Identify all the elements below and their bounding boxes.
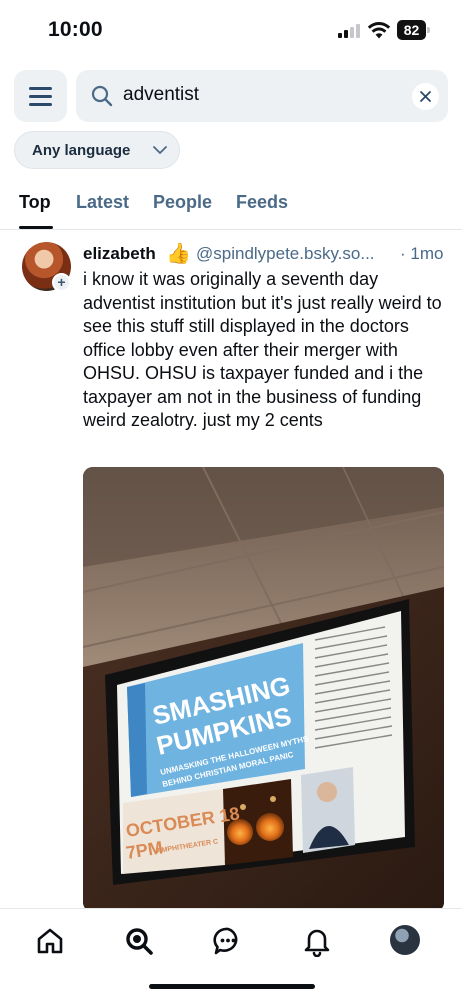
battery-icon: 82 (397, 20, 431, 40)
post-header: elizabeth 👍 @spindlypete.bsky.so... · 1m… (83, 243, 453, 268)
profile-avatar[interactable] (390, 925, 420, 955)
language-filter-label: Any language (32, 142, 131, 159)
author-emoji: 👍 (166, 243, 191, 265)
follow-plus-icon[interactable]: + (52, 273, 71, 292)
search-bar[interactable]: adventist (76, 70, 448, 122)
post-body-text: i know it was originally a seventh day a… (83, 269, 442, 430)
search-icon (91, 85, 113, 107)
tab-latest[interactable]: Latest (76, 192, 129, 213)
search-tabs: Top Latest People Feeds (0, 182, 462, 230)
notifications-bell-icon[interactable] (301, 925, 333, 957)
chat-icon[interactable] (212, 925, 244, 957)
hamburger-menu-icon (29, 87, 52, 90)
author-handle[interactable]: @spindlypete.bsky.so... (196, 244, 375, 264)
search-input[interactable]: adventist (123, 84, 199, 106)
post-image[interactable]: SMASHING PUMPKINS UNMASKING THE HALLOWEE… (83, 467, 444, 912)
status-time: 10:00 (48, 18, 103, 41)
menu-button[interactable] (14, 70, 67, 122)
home-indicator (149, 984, 315, 989)
battery-level: 82 (397, 20, 426, 40)
close-icon (420, 91, 431, 102)
language-filter-dropdown[interactable]: Any language (14, 131, 180, 169)
status-bar: 10:00 82 (0, 0, 462, 62)
wifi-icon (367, 22, 391, 39)
clear-search-button[interactable] (412, 83, 439, 110)
cellular-signal-icon (338, 24, 362, 38)
author-name[interactable]: elizabeth (83, 244, 156, 264)
search-icon[interactable] (123, 925, 155, 957)
post-timestamp[interactable]: · 1mo (400, 244, 443, 264)
chevron-down-icon (153, 146, 167, 154)
tab-feeds[interactable]: Feeds (236, 192, 288, 213)
tab-top[interactable]: Top (19, 192, 51, 213)
tab-people[interactable]: People (153, 192, 212, 213)
home-icon[interactable] (34, 925, 66, 957)
active-tab-indicator (19, 226, 53, 229)
